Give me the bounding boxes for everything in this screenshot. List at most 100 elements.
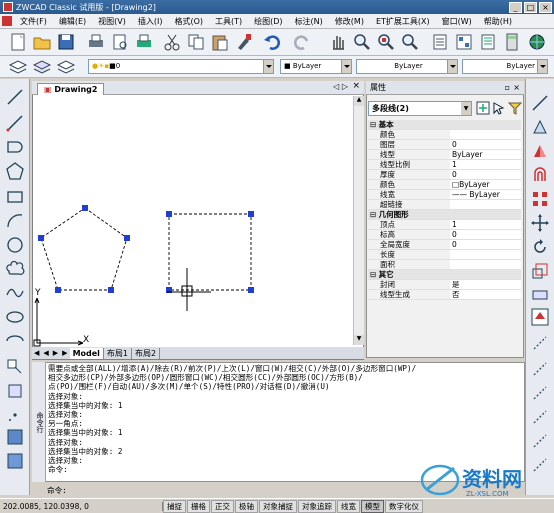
grip-handle[interactable] bbox=[124, 235, 130, 241]
document-icon[interactable] bbox=[2, 16, 12, 26]
chevron-down-icon[interactable] bbox=[341, 60, 351, 73]
print-icon[interactable] bbox=[86, 32, 106, 52]
layer-state-icon[interactable] bbox=[32, 57, 52, 77]
scroll-up-icon[interactable] bbox=[530, 307, 550, 327]
revision-cloud-icon[interactable] bbox=[5, 259, 25, 279]
move-icon[interactable] bbox=[530, 213, 550, 233]
circle-icon[interactable] bbox=[5, 235, 25, 255]
status-lineweight[interactable]: 线宽 bbox=[337, 499, 360, 513]
prop-row[interactable]: 图层 0 bbox=[368, 140, 521, 150]
chevron-down-icon[interactable] bbox=[447, 60, 457, 73]
tab-prev-icon[interactable]: ◀ bbox=[41, 349, 50, 357]
publish-icon[interactable] bbox=[134, 32, 154, 52]
calculator-icon[interactable] bbox=[502, 32, 522, 52]
properties-icon[interactable] bbox=[430, 32, 450, 52]
trim-icon[interactable] bbox=[530, 333, 550, 353]
lineweight-select[interactable]: ByLayer bbox=[462, 59, 548, 74]
status-polar[interactable]: 极轴 bbox=[235, 499, 258, 513]
menu-et-tools[interactable]: ET扩展工具(X) bbox=[370, 16, 436, 27]
scale-icon[interactable] bbox=[530, 261, 550, 281]
menu-tools[interactable]: 工具(T) bbox=[209, 16, 248, 27]
rectangle-shape[interactable] bbox=[168, 213, 252, 291]
grip-handle[interactable] bbox=[108, 287, 114, 293]
scroll-up-icon[interactable]: ▲ bbox=[354, 96, 364, 106]
menu-edit[interactable]: 编辑(E) bbox=[53, 16, 92, 27]
menu-window[interactable]: 窗口(W) bbox=[436, 16, 478, 27]
pin-icon[interactable]: ▫ bbox=[505, 81, 510, 94]
undo-icon[interactable] bbox=[262, 32, 282, 52]
prop-row[interactable]: 顶点 1 bbox=[368, 220, 521, 230]
save-icon[interactable] bbox=[56, 32, 76, 52]
drawing-canvas[interactable]: Y X bbox=[33, 96, 352, 347]
prop-row[interactable]: 标高 0 bbox=[368, 230, 521, 240]
zoom-realtime-icon[interactable] bbox=[352, 32, 372, 52]
status-ortho[interactable]: 正交 bbox=[211, 499, 234, 513]
prop-row[interactable]: 线型 ByLayer bbox=[368, 150, 521, 160]
copy-object-icon[interactable] bbox=[530, 117, 550, 137]
chevron-down-icon[interactable] bbox=[537, 60, 547, 73]
menu-draw[interactable]: 绘图(D) bbox=[248, 16, 288, 27]
pentagon-shape[interactable] bbox=[40, 207, 128, 291]
minimize-button[interactable]: _ bbox=[509, 1, 522, 13]
layer-previous-icon[interactable] bbox=[56, 57, 76, 77]
rectangle-icon[interactable] bbox=[5, 187, 25, 207]
section-general[interactable]: 基本 bbox=[368, 120, 521, 130]
new-file-icon[interactable] bbox=[8, 32, 28, 52]
tab-layout1[interactable]: 布局1 bbox=[104, 347, 133, 359]
prop-row[interactable]: 线型生成否 bbox=[368, 290, 521, 300]
status-grid[interactable]: 栅格 bbox=[187, 499, 210, 513]
hatch-icon[interactable] bbox=[5, 427, 25, 447]
spline-icon[interactable] bbox=[5, 283, 25, 303]
menu-format[interactable]: 格式(O) bbox=[168, 16, 209, 27]
menu-insert[interactable]: 插入(I) bbox=[132, 16, 169, 27]
paste-icon[interactable] bbox=[210, 32, 230, 52]
status-otrack[interactable]: 对象追踪 bbox=[298, 499, 336, 513]
close-drawing-icon[interactable]: × bbox=[352, 81, 360, 91]
layer-select[interactable]: ●☀▪■0 bbox=[88, 59, 274, 74]
match-properties-icon[interactable] bbox=[234, 32, 254, 52]
chevron-down-icon[interactable]: ▼ bbox=[461, 102, 471, 115]
grip-handle[interactable] bbox=[166, 211, 172, 217]
prop-row[interactable]: 全局宽度 0 bbox=[368, 240, 521, 250]
point-icon[interactable] bbox=[5, 405, 25, 425]
close-button[interactable]: × bbox=[539, 1, 552, 13]
print-preview-icon[interactable] bbox=[110, 32, 130, 52]
tab-first-icon[interactable]: ◀ bbox=[32, 349, 41, 357]
prop-row[interactable]: 长度 bbox=[368, 250, 521, 260]
maximize-button[interactable]: □ bbox=[524, 1, 537, 13]
tab-drawing2[interactable]: ▣ Drawing2 bbox=[37, 83, 105, 95]
grip-handle[interactable] bbox=[55, 287, 61, 293]
vertical-scrollbar[interactable]: ▲ ▼ bbox=[353, 96, 364, 345]
erase-icon[interactable] bbox=[530, 93, 550, 113]
prop-row[interactable]: 颜色 bbox=[368, 130, 521, 140]
layer-manager-icon[interactable] bbox=[8, 57, 28, 77]
toggle-pickadd-icon[interactable] bbox=[476, 101, 490, 115]
design-center-icon[interactable] bbox=[454, 32, 474, 52]
scroll-down-icon[interactable]: ▼ bbox=[354, 335, 364, 345]
menu-dimension[interactable]: 标注(N) bbox=[289, 16, 329, 27]
tab-last-icon[interactable]: ▶ bbox=[60, 349, 69, 357]
tab-layout2[interactable]: 布局2 bbox=[132, 347, 161, 359]
menu-help[interactable]: 帮助(H) bbox=[478, 16, 518, 27]
extend-icon[interactable] bbox=[530, 359, 550, 379]
ray-icon[interactable] bbox=[5, 113, 25, 133]
arc-icon[interactable] bbox=[5, 211, 25, 231]
command-window-handle[interactable]: 命令行 bbox=[32, 362, 46, 482]
status-osnap[interactable]: 对象捕捉 bbox=[259, 499, 297, 513]
quick-select-icon[interactable] bbox=[508, 101, 522, 115]
section-geometry[interactable]: 几何图形 bbox=[368, 210, 521, 220]
prop-row[interactable]: 线宽 —— ByLayer bbox=[368, 190, 521, 200]
chamfer-icon[interactable] bbox=[530, 407, 550, 427]
copy-icon[interactable] bbox=[186, 32, 206, 52]
redo-icon[interactable] bbox=[292, 32, 312, 52]
ellipse-icon[interactable] bbox=[5, 307, 25, 327]
chevron-down-icon[interactable] bbox=[263, 60, 273, 73]
status-snap[interactable]: 捕捉 bbox=[163, 499, 186, 513]
select-objects-icon[interactable] bbox=[492, 101, 506, 115]
status-digitizer[interactable]: 数字化仪 bbox=[385, 499, 423, 513]
array-icon[interactable] bbox=[530, 189, 550, 209]
menu-view[interactable]: 视图(V) bbox=[92, 16, 132, 27]
prop-row[interactable]: 颜色 □ByLayer bbox=[368, 180, 521, 190]
prop-row[interactable]: 面积 bbox=[368, 260, 521, 270]
grip-handle[interactable] bbox=[248, 287, 254, 293]
